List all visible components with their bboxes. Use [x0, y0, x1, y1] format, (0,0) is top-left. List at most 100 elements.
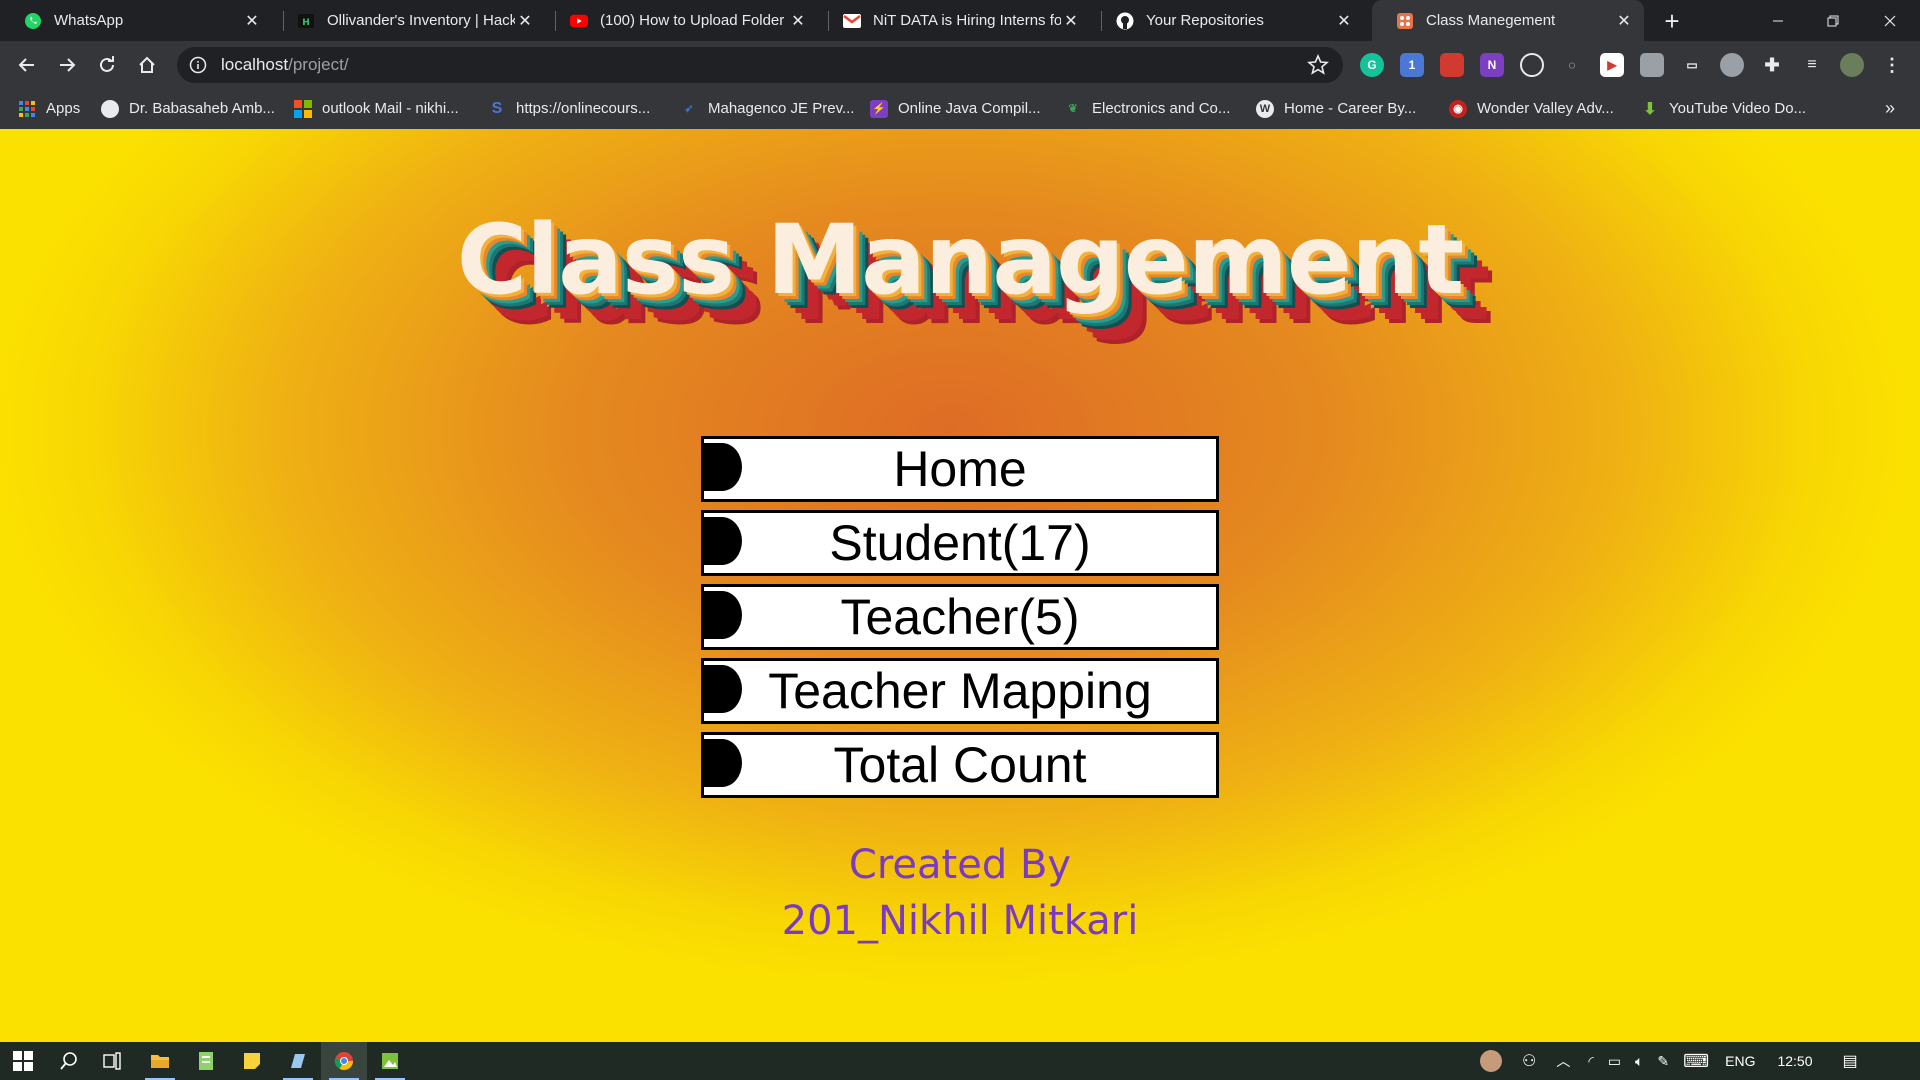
- people-icon[interactable]: ⚇: [1522, 1051, 1536, 1071]
- search-icon: [60, 1052, 77, 1070]
- tab-class-management[interactable]: Class Manegement ✕: [1372, 0, 1644, 41]
- target-icon: ◉: [1449, 99, 1467, 118]
- chrome-icon: [334, 1052, 353, 1071]
- forward-arrow-icon: [60, 58, 76, 72]
- extensions-puzzle-icon[interactable]: ✚: [1760, 53, 1784, 77]
- search-button[interactable]: [46, 1042, 92, 1080]
- bookmark-item[interactable]: ⬇ YouTube Video Do...: [1641, 88, 1806, 129]
- menu-student-button[interactable]: Student(17): [701, 510, 1219, 576]
- bookmarks-overflow-button[interactable]: »: [1885, 88, 1895, 129]
- chevron-up-icon[interactable]: ︿: [1556, 1051, 1570, 1071]
- tab-whatsapp[interactable]: WhatsApp ✕: [0, 0, 272, 41]
- profile-avatar[interactable]: [1840, 53, 1864, 77]
- home-button[interactable]: [131, 49, 163, 81]
- reload-button[interactable]: [91, 49, 123, 81]
- close-tab-icon[interactable]: ✕: [242, 11, 262, 31]
- address-bar[interactable]: localhost /project/: [177, 47, 1343, 83]
- calendar-extension-icon[interactable]: 1: [1400, 53, 1424, 77]
- microsoft-icon: [294, 99, 312, 118]
- bookmarks-bar: Apps Dr. Babasaheb Amb... outlook Mail -…: [0, 88, 1920, 130]
- menu-home-button[interactable]: Home: [701, 436, 1219, 502]
- bookmark-label: https://onlinecours...: [516, 100, 651, 117]
- tab-gmail[interactable]: NiT DATA is Hiring Interns for ✕: [819, 0, 1091, 41]
- windows-taskbar: ⚇ ︿ ◜ ▭ 🔈︎ ✎ ⌨ ENG 12:50 ▤: [0, 1042, 1920, 1080]
- onenote-icon[interactable]: N: [1480, 53, 1504, 77]
- tab-github[interactable]: Your Repositories ✕: [1092, 0, 1364, 41]
- menu-total-count-button[interactable]: Total Count: [701, 732, 1219, 798]
- bookmark-label: Home - Career By...: [1284, 100, 1417, 117]
- globe-icon: [101, 99, 119, 118]
- minimize-button[interactable]: [1750, 0, 1805, 41]
- clock[interactable]: 12:50: [1777, 1053, 1812, 1069]
- bookmark-item[interactable]: ❦ Electronics and Co...: [1064, 88, 1230, 129]
- sticky-notes-taskbar-icon[interactable]: [229, 1042, 275, 1080]
- bookmark-item[interactable]: ➶ Mahagenco JE Prev...: [680, 88, 854, 129]
- tab-youtube[interactable]: (100) How to Upload Folder on GitHub ✕: [546, 0, 818, 41]
- bookmark-label: Apps: [46, 100, 81, 117]
- close-window-button[interactable]: [1862, 0, 1917, 41]
- tab-title: Class Manegement: [1426, 12, 1556, 29]
- restore-icon: [1827, 15, 1838, 26]
- bookmark-item[interactable]: S https://onlinecours...: [488, 88, 651, 129]
- tab-hackerrank[interactable]: H Ollivander's Inventory | Hackerrank ✕: [273, 0, 545, 41]
- close-icon: [1884, 15, 1895, 26]
- back-arrow-icon: [18, 58, 34, 72]
- tab-title: Your Repositories: [1146, 12, 1264, 29]
- file-explorer-taskbar-icon[interactable]: [137, 1042, 183, 1080]
- bookmark-star-icon[interactable]: [1307, 53, 1329, 76]
- bookmark-apps[interactable]: Apps: [18, 88, 80, 129]
- new-tab-button[interactable]: +: [1657, 6, 1687, 36]
- svg-text:H: H: [302, 18, 310, 28]
- chrome-taskbar-icon[interactable]: [321, 1042, 367, 1080]
- tab-strip: WhatsApp ✕ H Ollivander's Inventory | Ha…: [0, 0, 1920, 41]
- battery-icon[interactable]: ▭: [1608, 1053, 1621, 1070]
- cast-icon[interactable]: ▭: [1680, 53, 1704, 77]
- page-title: Class Management: [456, 204, 1464, 316]
- start-button[interactable]: [0, 1042, 46, 1080]
- menu-teacher-button[interactable]: Teacher(5): [701, 584, 1219, 650]
- grammarly-icon[interactable]: G: [1360, 53, 1384, 77]
- menu-notch: [702, 739, 742, 787]
- wifi-icon[interactable]: ◜: [1588, 1053, 1593, 1070]
- close-tab-icon[interactable]: ✕: [515, 11, 535, 31]
- bookmark-item[interactable]: ⚡ Online Java Compil...: [870, 88, 1041, 129]
- browser-menu-icon[interactable]: ⋮: [1880, 53, 1904, 77]
- close-tab-icon[interactable]: ✕: [1614, 11, 1634, 31]
- image-extension-icon[interactable]: [1640, 53, 1664, 77]
- bookmark-item[interactable]: W Home - Career By...: [1256, 88, 1416, 129]
- notifications-icon[interactable]: ▤: [1843, 1051, 1858, 1071]
- tab-title: (100) How to Upload Folder on GitHub: [600, 12, 788, 29]
- forward-button[interactable]: [51, 49, 83, 81]
- pen-icon[interactable]: ✎: [1657, 1053, 1669, 1070]
- restore-button[interactable]: [1805, 0, 1860, 41]
- book-extension-icon[interactable]: [1440, 53, 1464, 77]
- bookmark-label: Electronics and Co...: [1092, 100, 1231, 117]
- menu-notch: [702, 443, 742, 491]
- bookmark-label: YouTube Video Do...: [1669, 100, 1807, 117]
- gmail-icon: [843, 12, 861, 30]
- close-tab-icon[interactable]: ✕: [788, 11, 808, 31]
- keyboard-icon[interactable]: ⌨: [1683, 1051, 1709, 1072]
- app-taskbar-icon[interactable]: [275, 1042, 321, 1080]
- pdf-extension-icon[interactable]: ▶: [1600, 53, 1624, 77]
- close-tab-icon[interactable]: ✕: [1334, 11, 1354, 31]
- bookmark-item[interactable]: ◉ Wonder Valley Adv...: [1449, 88, 1614, 129]
- compass-extension-icon[interactable]: [1720, 53, 1744, 77]
- user-avatar[interactable]: [1480, 1050, 1502, 1072]
- close-tab-icon[interactable]: ✕: [1061, 11, 1081, 31]
- task-view-button[interactable]: [89, 1042, 135, 1080]
- speed-dial-icon[interactable]: [1520, 53, 1544, 77]
- bookmark-item[interactable]: outlook Mail - nikhi...: [294, 88, 459, 129]
- menu-label: Home: [893, 441, 1027, 497]
- language-indicator[interactable]: ENG: [1725, 1053, 1755, 1069]
- lightbulb-icon[interactable]: ◌: [1560, 53, 1584, 77]
- menu-notch: [702, 665, 742, 713]
- bird-icon: ➶: [684, 103, 694, 115]
- notepad-taskbar-icon[interactable]: [183, 1042, 229, 1080]
- back-button[interactable]: [11, 49, 43, 81]
- volume-icon[interactable]: 🔈︎: [1635, 1053, 1643, 1070]
- media-controls-icon[interactable]: ≡: [1800, 53, 1824, 77]
- bookmark-item[interactable]: Dr. Babasaheb Amb...: [101, 88, 275, 129]
- menu-teacher-mapping-button[interactable]: Teacher Mapping: [701, 658, 1219, 724]
- photos-taskbar-icon[interactable]: [367, 1042, 413, 1080]
